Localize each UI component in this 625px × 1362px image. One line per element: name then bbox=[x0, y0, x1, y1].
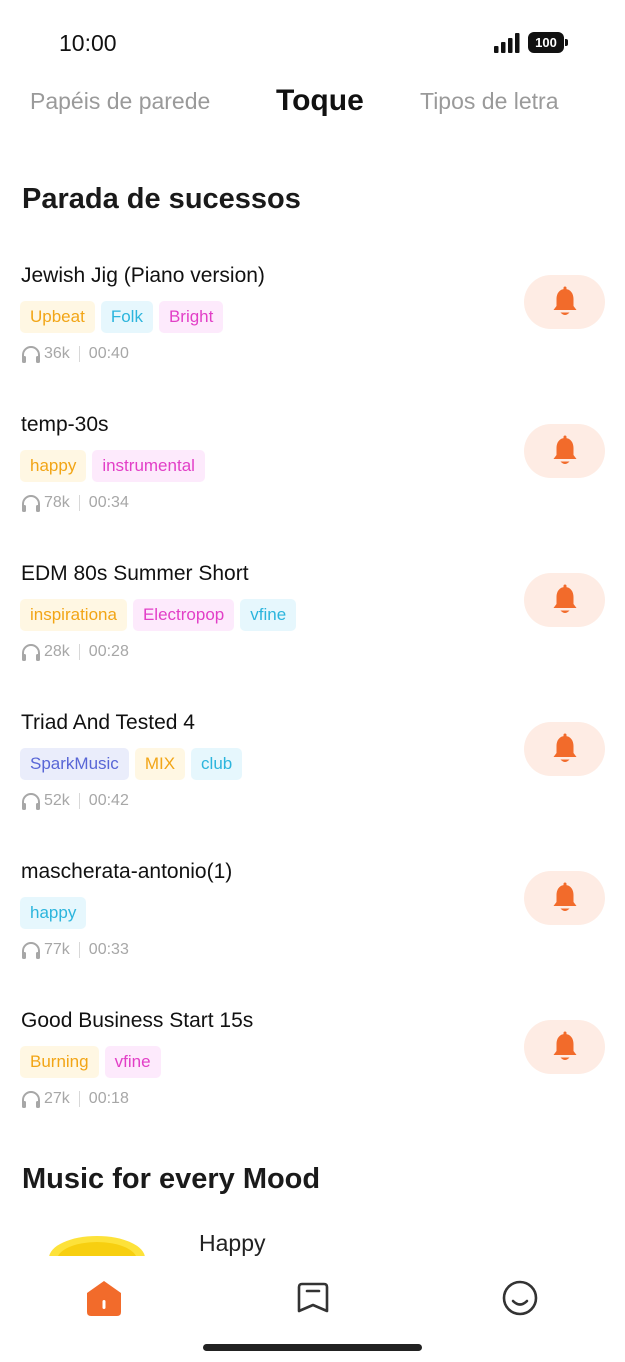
song-title: mascherata-antonio(1) bbox=[21, 860, 233, 883]
song-tag: vfine bbox=[104, 1046, 161, 1078]
battery-level: 100 bbox=[528, 32, 564, 53]
bell-icon bbox=[553, 733, 576, 762]
song-tags: inspirationa Electropop vfine bbox=[20, 599, 297, 631]
song-tag: Folk bbox=[100, 301, 153, 333]
song-item[interactable]: Good Business Start 15s Burning vfine 27… bbox=[0, 1009, 625, 1149]
song-tags: SparkMusic MIX club bbox=[20, 748, 243, 780]
tab-ringtones[interactable]: Toque bbox=[276, 84, 364, 118]
section-title-mood: Music for every Mood bbox=[22, 1163, 321, 1195]
song-title: Jewish Jig (Piano version) bbox=[21, 264, 265, 287]
bottom-nav bbox=[0, 1256, 625, 1362]
song-meta: 36k 00:40 bbox=[20, 344, 129, 364]
section-title-charts: Parada de sucessos bbox=[22, 183, 301, 215]
song-tag: MIX bbox=[134, 748, 186, 780]
bell-icon bbox=[553, 435, 576, 464]
home-indicator[interactable] bbox=[203, 1344, 422, 1351]
headphones-icon bbox=[22, 495, 40, 512]
mood-thumbnail[interactable] bbox=[48, 1232, 146, 1256]
category-tabs: Papéis de parede Toque Tipos de letra bbox=[0, 80, 625, 130]
bell-icon bbox=[553, 1031, 576, 1060]
set-ringtone-button[interactable] bbox=[524, 871, 605, 925]
headphones-icon bbox=[22, 793, 40, 810]
set-ringtone-button[interactable] bbox=[524, 722, 605, 776]
play-count: 52k bbox=[44, 792, 70, 809]
nav-profile[interactable] bbox=[498, 1276, 542, 1320]
play-count: 27k bbox=[44, 1090, 70, 1107]
bell-icon bbox=[553, 286, 576, 315]
battery-icon: 100 bbox=[528, 32, 568, 53]
song-duration: 00:33 bbox=[88, 941, 129, 958]
mood-item-label[interactable]: Happy bbox=[199, 1230, 265, 1257]
song-duration: 00:40 bbox=[88, 345, 129, 362]
status-time: 10:00 bbox=[59, 30, 117, 56]
song-tag: Upbeat bbox=[20, 301, 95, 333]
song-item[interactable]: Triad And Tested 4 SparkMusic MIX club 5… bbox=[0, 711, 625, 851]
home-icon bbox=[87, 1281, 121, 1316]
tab-wallpapers[interactable]: Papéis de parede bbox=[30, 88, 210, 115]
play-count: 77k bbox=[44, 941, 70, 958]
set-ringtone-button[interactable] bbox=[524, 424, 605, 478]
song-duration: 00:42 bbox=[88, 792, 129, 809]
nav-saved[interactable] bbox=[291, 1276, 335, 1320]
play-count: 36k bbox=[44, 345, 70, 362]
song-tag: instrumental bbox=[92, 450, 205, 482]
song-tags: Burning vfine bbox=[20, 1046, 161, 1078]
bell-icon bbox=[553, 882, 576, 911]
song-item[interactable]: EDM 80s Summer Short inspirationa Electr… bbox=[0, 562, 625, 702]
song-title: Triad And Tested 4 bbox=[21, 711, 195, 734]
status-bar: 10:00 100 bbox=[0, 0, 625, 80]
set-ringtone-button[interactable] bbox=[524, 573, 605, 627]
headphones-icon bbox=[22, 644, 40, 661]
song-tags: Upbeat Folk Bright bbox=[20, 301, 224, 333]
song-meta: 28k 00:28 bbox=[20, 642, 129, 662]
play-count: 28k bbox=[44, 643, 70, 660]
song-item[interactable]: Jewish Jig (Piano version) Upbeat Folk B… bbox=[0, 264, 625, 404]
nav-home[interactable] bbox=[82, 1276, 126, 1320]
song-tag: Burning bbox=[20, 1046, 99, 1078]
song-meta: 78k 00:34 bbox=[20, 493, 129, 513]
song-title: EDM 80s Summer Short bbox=[21, 562, 249, 585]
song-tag: vfine bbox=[240, 599, 297, 631]
song-tag: club bbox=[191, 748, 243, 780]
song-duration: 00:18 bbox=[88, 1090, 129, 1107]
set-ringtone-button[interactable] bbox=[524, 275, 605, 329]
song-tag: happy bbox=[20, 897, 87, 929]
song-tag: SparkMusic bbox=[20, 748, 129, 780]
song-meta: 52k 00:42 bbox=[20, 791, 129, 811]
headphones-icon bbox=[22, 346, 40, 363]
signal-icon bbox=[494, 33, 520, 53]
song-meta: 27k 00:18 bbox=[20, 1089, 129, 1109]
song-tag: inspirationa bbox=[20, 599, 127, 631]
song-tag: Electropop bbox=[132, 599, 235, 631]
play-count: 78k bbox=[44, 494, 70, 511]
song-tags: happy bbox=[20, 897, 87, 929]
bookmark-icon bbox=[297, 1282, 329, 1313]
song-meta: 77k 00:33 bbox=[20, 940, 129, 960]
song-tags: happy instrumental bbox=[20, 450, 205, 482]
song-duration: 00:34 bbox=[88, 494, 129, 511]
set-ringtone-button[interactable] bbox=[524, 1020, 605, 1074]
song-title: Good Business Start 15s bbox=[21, 1009, 254, 1032]
song-item[interactable]: mascherata-antonio(1) happy 77k 00:33 bbox=[0, 860, 625, 1000]
headphones-icon bbox=[22, 1091, 40, 1108]
smiley-icon bbox=[502, 1280, 538, 1316]
headphones-icon bbox=[22, 942, 40, 959]
song-tag: happy bbox=[20, 450, 87, 482]
song-title: temp-30s bbox=[21, 413, 109, 436]
song-tag: Bright bbox=[158, 301, 224, 333]
song-item[interactable]: temp-30s happy instrumental 78k 00:34 bbox=[0, 413, 625, 553]
bell-icon bbox=[553, 584, 576, 613]
tab-fonts[interactable]: Tipos de letra bbox=[420, 88, 559, 115]
song-duration: 00:28 bbox=[88, 643, 129, 660]
